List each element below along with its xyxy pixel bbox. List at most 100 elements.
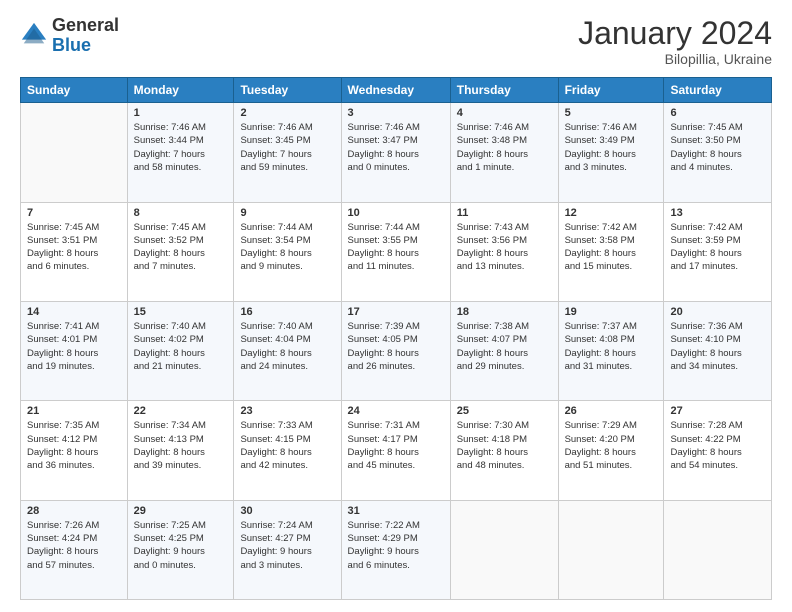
table-row: 13 Sunrise: 7:42 AMSunset: 3:59 PMDayligh… (664, 202, 772, 301)
page: General Blue January 2024 Bilopillia, Uk… (0, 0, 792, 612)
day-number: 8 (134, 207, 228, 219)
table-row: 17 Sunrise: 7:39 AMSunset: 4:05 PMDayligh… (341, 301, 450, 400)
day-info: Sunrise: 7:46 AMSunset: 3:48 PMDaylight:… (457, 121, 552, 174)
table-row: 2 Sunrise: 7:46 AMSunset: 3:45 PMDaylight… (234, 103, 341, 202)
day-number: 30 (240, 505, 334, 517)
table-row: 6 Sunrise: 7:45 AMSunset: 3:50 PMDaylight… (664, 103, 772, 202)
table-row: 29 Sunrise: 7:25 AMSunset: 4:25 PMDayligh… (127, 500, 234, 599)
day-number: 20 (670, 306, 765, 318)
day-info: Sunrise: 7:45 AMSunset: 3:51 PMDaylight:… (27, 221, 121, 274)
day-info: Sunrise: 7:22 AMSunset: 4:29 PMDaylight:… (348, 519, 444, 572)
logo-general: General (52, 15, 119, 35)
table-row: 11 Sunrise: 7:43 AMSunset: 3:56 PMDayligh… (450, 202, 558, 301)
table-row: 8 Sunrise: 7:45 AMSunset: 3:52 PMDaylight… (127, 202, 234, 301)
day-info: Sunrise: 7:41 AMSunset: 4:01 PMDaylight:… (27, 320, 121, 373)
day-number: 15 (134, 306, 228, 318)
day-info: Sunrise: 7:28 AMSunset: 4:22 PMDaylight:… (670, 419, 765, 472)
col-tuesday: Tuesday (234, 78, 341, 103)
day-number: 1 (134, 107, 228, 119)
day-number: 19 (565, 306, 658, 318)
day-info: Sunrise: 7:31 AMSunset: 4:17 PMDaylight:… (348, 419, 444, 472)
day-info: Sunrise: 7:42 AMSunset: 3:59 PMDaylight:… (670, 221, 765, 274)
table-row (450, 500, 558, 599)
day-number: 24 (348, 405, 444, 417)
day-info: Sunrise: 7:39 AMSunset: 4:05 PMDaylight:… (348, 320, 444, 373)
table-row: 25 Sunrise: 7:30 AMSunset: 4:18 PMDayligh… (450, 401, 558, 500)
day-number: 22 (134, 405, 228, 417)
month-title: January 2024 (578, 16, 772, 51)
day-number: 13 (670, 207, 765, 219)
col-monday: Monday (127, 78, 234, 103)
table-row: 18 Sunrise: 7:38 AMSunset: 4:07 PMDayligh… (450, 301, 558, 400)
day-number: 2 (240, 107, 334, 119)
table-row: 27 Sunrise: 7:28 AMSunset: 4:22 PMDayligh… (664, 401, 772, 500)
day-info: Sunrise: 7:45 AMSunset: 3:52 PMDaylight:… (134, 221, 228, 274)
day-info: Sunrise: 7:29 AMSunset: 4:20 PMDaylight:… (565, 419, 658, 472)
table-row: 23 Sunrise: 7:33 AMSunset: 4:15 PMDayligh… (234, 401, 341, 500)
day-info: Sunrise: 7:40 AMSunset: 4:04 PMDaylight:… (240, 320, 334, 373)
day-info: Sunrise: 7:34 AMSunset: 4:13 PMDaylight:… (134, 419, 228, 472)
logo-blue: Blue (52, 35, 91, 55)
day-info: Sunrise: 7:25 AMSunset: 4:25 PMDaylight:… (134, 519, 228, 572)
logo-icon (20, 21, 48, 49)
table-row: 9 Sunrise: 7:44 AMSunset: 3:54 PMDaylight… (234, 202, 341, 301)
table-row: 21 Sunrise: 7:35 AMSunset: 4:12 PMDayligh… (21, 401, 128, 500)
day-info: Sunrise: 7:46 AMSunset: 3:44 PMDaylight:… (134, 121, 228, 174)
day-info: Sunrise: 7:38 AMSunset: 4:07 PMDaylight:… (457, 320, 552, 373)
day-info: Sunrise: 7:46 AMSunset: 3:47 PMDaylight:… (348, 121, 444, 174)
table-row: 30 Sunrise: 7:24 AMSunset: 4:27 PMDayligh… (234, 500, 341, 599)
day-info: Sunrise: 7:37 AMSunset: 4:08 PMDaylight:… (565, 320, 658, 373)
table-row: 1 Sunrise: 7:46 AMSunset: 3:44 PMDaylight… (127, 103, 234, 202)
day-number: 6 (670, 107, 765, 119)
day-number: 27 (670, 405, 765, 417)
day-number: 29 (134, 505, 228, 517)
day-number: 3 (348, 107, 444, 119)
day-number: 14 (27, 306, 121, 318)
day-info: Sunrise: 7:24 AMSunset: 4:27 PMDaylight:… (240, 519, 334, 572)
table-row: 20Sunrise: 7:36 AMSunset: 4:10 PMDayligh… (664, 301, 772, 400)
day-info: Sunrise: 7:40 AMSunset: 4:02 PMDaylight:… (134, 320, 228, 373)
table-row: 24 Sunrise: 7:31 AMSunset: 4:17 PMDayligh… (341, 401, 450, 500)
table-row (21, 103, 128, 202)
table-row: 26 Sunrise: 7:29 AMSunset: 4:20 PMDayligh… (558, 401, 664, 500)
day-info: Sunrise: 7:46 AMSunset: 3:45 PMDaylight:… (240, 121, 334, 174)
day-number: 21 (27, 405, 121, 417)
day-info: Sunrise: 7:33 AMSunset: 4:15 PMDaylight:… (240, 419, 334, 472)
col-wednesday: Wednesday (341, 78, 450, 103)
day-info: Sunrise: 7:44 AMSunset: 3:54 PMDaylight:… (240, 221, 334, 274)
table-row: 28Sunrise: 7:26 AMSunset: 4:24 PMDayligh… (21, 500, 128, 599)
day-number: 23 (240, 405, 334, 417)
day-number: 7 (27, 207, 121, 219)
table-row: 10 Sunrise: 7:44 AMSunset: 3:55 PMDayligh… (341, 202, 450, 301)
day-info: Sunrise: 7:35 AMSunset: 4:12 PMDaylight:… (27, 419, 121, 472)
table-row: 22 Sunrise: 7:34 AMSunset: 4:13 PMDayligh… (127, 401, 234, 500)
day-number: 4 (457, 107, 552, 119)
table-row: 7 Sunrise: 7:45 AMSunset: 3:51 PMDaylight… (21, 202, 128, 301)
title-block: January 2024 Bilopillia, Ukraine (578, 16, 772, 67)
day-number: 11 (457, 207, 552, 219)
day-number: 26 (565, 405, 658, 417)
day-info: Sunrise: 7:44 AMSunset: 3:55 PMDaylight:… (348, 221, 444, 274)
col-thursday: Thursday (450, 78, 558, 103)
table-row: 4 Sunrise: 7:46 AMSunset: 3:48 PMDaylight… (450, 103, 558, 202)
day-number: 17 (348, 306, 444, 318)
table-row: 3 Sunrise: 7:46 AMSunset: 3:47 PMDaylight… (341, 103, 450, 202)
calendar-table: Sunday Monday Tuesday Wednesday Thursday… (20, 77, 772, 600)
table-row: 15 Sunrise: 7:40 AMSunset: 4:02 PMDayligh… (127, 301, 234, 400)
day-info: Sunrise: 7:46 AMSunset: 3:49 PMDaylight:… (565, 121, 658, 174)
day-number: 18 (457, 306, 552, 318)
day-number: 25 (457, 405, 552, 417)
day-info: Sunrise: 7:43 AMSunset: 3:56 PMDaylight:… (457, 221, 552, 274)
day-info: Sunrise: 7:42 AMSunset: 3:58 PMDaylight:… (565, 221, 658, 274)
day-number: 9 (240, 207, 334, 219)
day-number: 10 (348, 207, 444, 219)
table-row: 5Sunrise: 7:46 AMSunset: 3:49 PMDaylight… (558, 103, 664, 202)
day-number: 28 (27, 505, 121, 517)
table-row: 19 Sunrise: 7:37 AMSunset: 4:08 PMDayligh… (558, 301, 664, 400)
day-info: Sunrise: 7:45 AMSunset: 3:50 PMDaylight:… (670, 121, 765, 174)
day-number: 12 (565, 207, 658, 219)
day-number: 16 (240, 306, 334, 318)
day-info: Sunrise: 7:30 AMSunset: 4:18 PMDaylight:… (457, 419, 552, 472)
table-row (558, 500, 664, 599)
table-row: 14 Sunrise: 7:41 AMSunset: 4:01 PMDayligh… (21, 301, 128, 400)
